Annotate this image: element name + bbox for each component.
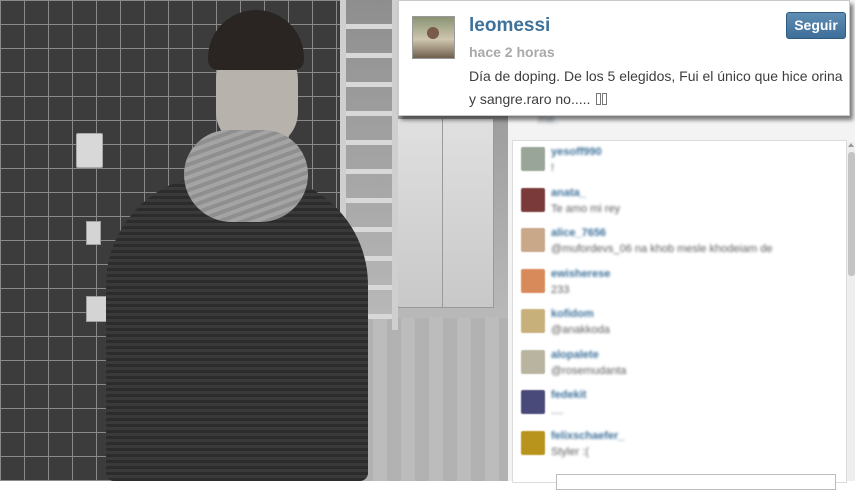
comment-username[interactable]: kofidom: [551, 308, 594, 320]
thermostat: [76, 133, 103, 168]
cabinet: [392, 118, 494, 308]
list-item: yesoff990!: [513, 141, 846, 182]
list-item: felixschaefer_ Styler :(: [513, 425, 846, 466]
caption-text: Día de doping. De los 5 elegidos, Fui el…: [469, 68, 843, 107]
comment-username[interactable]: anata_: [551, 187, 586, 199]
comment-text: @mufordevs_06 na khob mesle khodeiam de: [551, 243, 773, 255]
username-link[interactable]: leomessi: [469, 15, 550, 37]
comment-list[interactable]: yesoff990! anata_ Te amo mi rey alice_7656 @…: [512, 140, 847, 483]
avatar[interactable]: [521, 430, 545, 455]
avatar[interactable]: [521, 349, 545, 374]
list-item: alice_7656 @mufordevs_06 na khob mesle kh…: [513, 222, 846, 263]
comment-text: ....: [551, 405, 564, 417]
timestamp: hace 2 horas: [469, 44, 555, 60]
missing-emoji-icon: [596, 89, 608, 112]
comment-text: Te amo mi rey: [551, 202, 621, 215]
comment-text: @anakkoda: [551, 324, 610, 336]
comment-text: @rosemudanta: [551, 364, 627, 377]
comment-input[interactable]: [556, 474, 836, 490]
avatar[interactable]: [521, 390, 545, 414]
scroll-up-arrow-icon[interactable]: [848, 143, 854, 147]
avatar[interactable]: [412, 16, 455, 59]
comment-text: 233: [551, 283, 570, 296]
list-item: alopalete @rosemudanta: [513, 344, 846, 385]
avatar[interactable]: [521, 268, 545, 293]
hair: [208, 10, 304, 70]
comment-username[interactable]: alice_7656: [551, 227, 606, 239]
comment-username[interactable]: alopalete: [551, 349, 599, 361]
comment-text: Styler :(: [551, 445, 589, 458]
comment-text: !: [551, 162, 555, 174]
list-item: anata_ Te amo mi rey: [513, 182, 846, 223]
avatar[interactable]: [521, 187, 545, 212]
comment-username[interactable]: ewisherese: [551, 268, 610, 280]
scarf: [184, 130, 308, 222]
post-header-card: leomessi hace 2 horas Día de doping. De …: [398, 0, 850, 116]
comment-username[interactable]: fedekit: [551, 389, 586, 401]
avatar[interactable]: [521, 309, 545, 333]
scrollbar[interactable]: [847, 142, 855, 481]
list-item: ewisherese 233: [513, 263, 846, 304]
caption: Día de doping. De los 5 elegidos, Fui el…: [469, 65, 844, 112]
comment-username[interactable]: yesoff990: [551, 146, 602, 158]
list-item: kofidom @anakkoda: [513, 303, 846, 344]
list-item: fedekit....: [513, 384, 846, 425]
wall-switch: [86, 221, 101, 245]
person-figure: [100, 0, 370, 481]
comment-username[interactable]: felixschaefer_: [551, 430, 624, 442]
avatar[interactable]: [521, 147, 545, 171]
scroll-thumb[interactable]: [848, 152, 855, 276]
follow-button[interactable]: Seguir: [786, 12, 846, 39]
avatar[interactable]: [521, 228, 545, 252]
